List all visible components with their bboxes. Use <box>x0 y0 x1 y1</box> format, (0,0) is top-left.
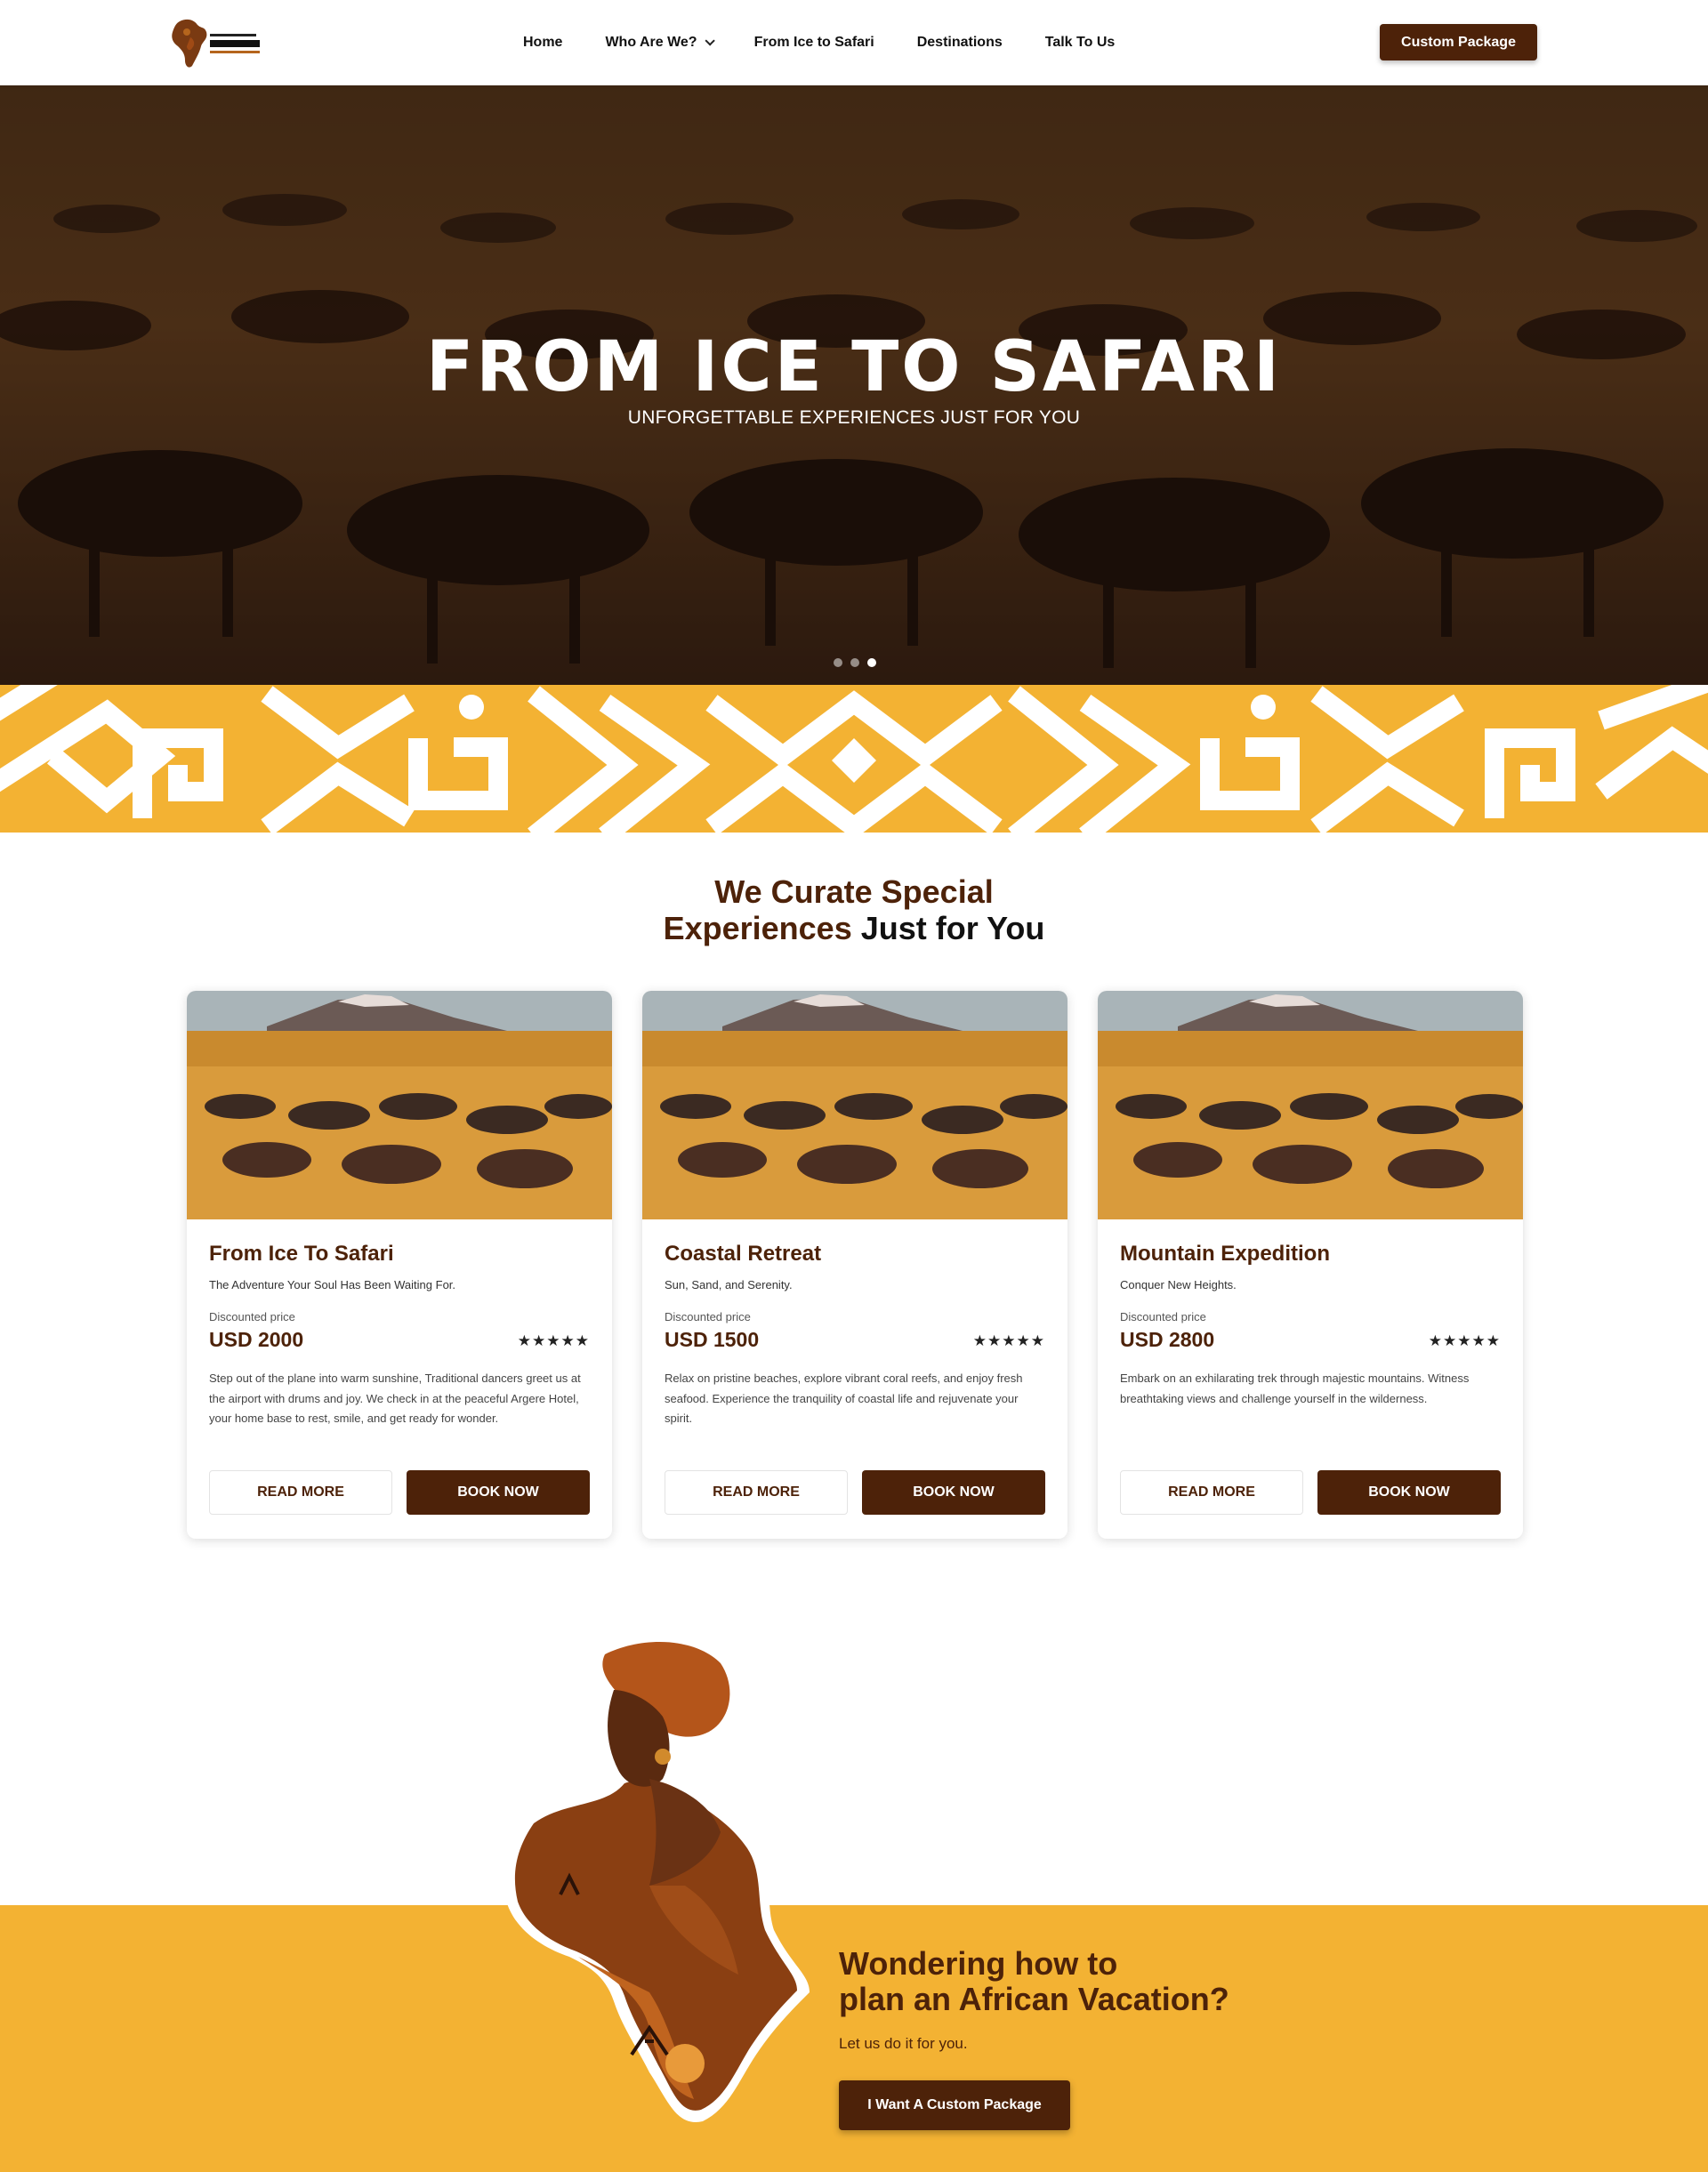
card-price-label: Discounted price <box>665 1310 751 1323</box>
custom-package-button[interactable]: Custom Package <box>1380 24 1537 60</box>
read-more-button[interactable]: READ MORE <box>209 1470 392 1515</box>
slider-dots <box>834 658 876 667</box>
card-price: USD 1500 <box>665 1328 760 1351</box>
nav-talk-to-us[interactable]: Talk To Us <box>1045 35 1116 51</box>
nav-talk-to-us-label: Talk To Us <box>1044 35 1116 50</box>
card-tagline: The Adventure Your Soul Has Been Waiting… <box>209 1278 456 1291</box>
card-safari-image <box>187 991 612 1219</box>
card-coastal-image <box>642 991 1068 1219</box>
hero-slider: FROM ICE TO SAFARI UNFORGETTABLE EXPERIE… <box>0 85 1708 685</box>
card-price: USD 2800 <box>1120 1328 1215 1351</box>
read-more-button[interactable]: READ MORE <box>665 1470 848 1515</box>
read-more-button[interactable]: READ MORE <box>1120 1470 1303 1515</box>
card-description: Step out of the plane into warm sunshine… <box>209 1372 581 1425</box>
heading-line-1: We Curate Special <box>714 873 994 910</box>
card-title: From Ice To Safari <box>209 1242 394 1266</box>
experiences-heading: We Curate Special Experiences Just for Y… <box>0 873 1708 946</box>
card-description: Relax on pristine beaches, explore vibra… <box>665 1372 1023 1425</box>
nav-who-are-we-label: Who Are We? <box>605 35 697 50</box>
card-price: USD 2000 <box>209 1328 304 1351</box>
hero-title: FROM ICE TO SAFARI <box>425 327 1283 407</box>
card-price-label: Discounted price <box>1120 1310 1206 1323</box>
hero-subtitle: UNFORGETTABLE EXPERIENCES JUST FOR YOU <box>627 407 1081 428</box>
star-rating-icon: ★★★★★ <box>1428 1332 1501 1349</box>
nav-home-label: Home <box>523 35 563 50</box>
slider-dot-2[interactable] <box>850 658 859 667</box>
cta-subtitle: Let us do it for you. <box>839 2035 968 2052</box>
nav-from-ice-label: From Ice to Safari <box>753 35 874 50</box>
cta-title: Wondering how to plan an African Vacatio… <box>839 1946 1229 2017</box>
book-now-button[interactable]: BOOK NOW <box>862 1470 1045 1515</box>
card-title: Mountain Expedition <box>1120 1242 1330 1266</box>
nav-who-are-we[interactable]: Who Are We? <box>605 35 715 51</box>
card-description: Embark on an exhilarating trek through m… <box>1120 1372 1470 1405</box>
card-tagline: Conquer New Heights. <box>1120 1278 1237 1291</box>
cta-title-line-2: plan an African Vacation? <box>839 1981 1229 2017</box>
custom-package-cta-button[interactable]: I Want A Custom Package <box>839 2080 1070 2130</box>
site-logo[interactable] <box>167 14 267 73</box>
slider-dot-1[interactable] <box>834 658 842 667</box>
cta-title-line-1: Wondering how to <box>839 1945 1118 1982</box>
star-rating-icon: ★★★★★ <box>517 1332 590 1349</box>
chevron-down-icon <box>705 36 715 46</box>
card-price-label: Discounted price <box>209 1310 295 1323</box>
heading-line-2: Experiences Just for You <box>0 910 1708 946</box>
package-card: From Ice To Safari The Adventure Your So… <box>187 991 612 1539</box>
heading-accent: Experiences <box>663 910 852 946</box>
card-title: Coastal Retreat <box>665 1242 822 1266</box>
star-rating-icon: ★★★★★ <box>972 1332 1045 1349</box>
main-nav: Home Who Are We? From Ice to Safari Dest… <box>523 0 1115 85</box>
africa-silhouette-logo-icon <box>172 19 260 68</box>
heading-dark: Just for You <box>851 910 1045 946</box>
tribal-pattern-graphic <box>0 685 1708 833</box>
book-now-button[interactable]: BOOK NOW <box>1317 1470 1501 1515</box>
package-card: Coastal Retreat Sun, Sand, and Serenity.… <box>642 991 1068 1539</box>
book-now-button[interactable]: BOOK NOW <box>407 1470 590 1515</box>
african-pattern-band <box>0 685 1708 833</box>
card-tagline: Sun, Sand, and Serenity. <box>665 1278 793 1291</box>
nav-from-ice-to-safari[interactable]: From Ice to Safari <box>754 35 874 51</box>
nav-destinations-label: Destinations <box>916 35 1003 50</box>
nav-home[interactable]: Home <box>523 35 562 51</box>
slider-dot-3[interactable] <box>867 658 876 667</box>
package-card: Mountain Expedition Conquer New Heights.… <box>1098 991 1523 1539</box>
nav-destinations[interactable]: Destinations <box>917 35 1003 51</box>
african-woman-map-illustration <box>504 1642 810 2122</box>
card-mountain-image <box>1098 991 1523 1219</box>
top-navbar: Home Who Are We? From Ice to Safari Dest… <box>0 0 1708 85</box>
